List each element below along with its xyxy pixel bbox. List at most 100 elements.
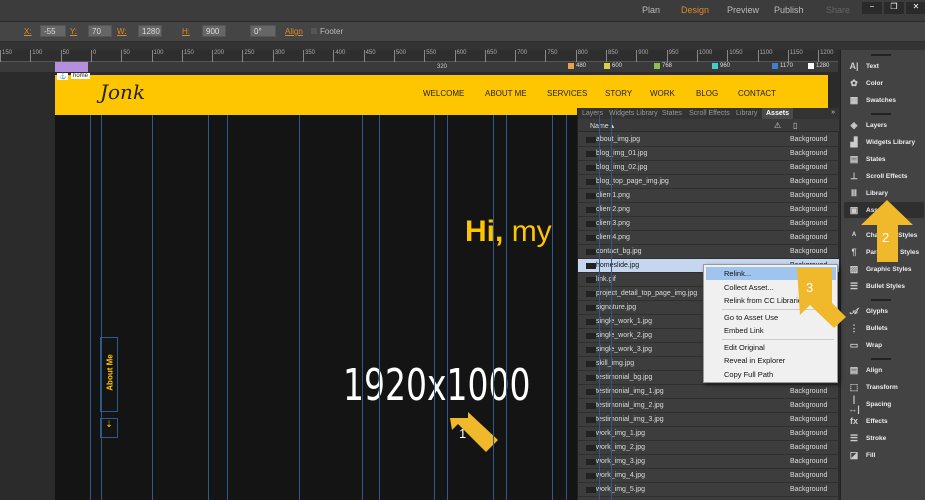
tab-library[interactable]: Library xyxy=(732,108,761,119)
menu-item-edit-original[interactable]: Edit Original xyxy=(706,341,836,354)
sidebar-item-states[interactable]: ▤ States xyxy=(844,151,924,167)
panel-group-grip[interactable] xyxy=(871,299,891,301)
sidebar-item-widgets-library[interactable]: ▟ Widgets Library xyxy=(844,134,924,150)
sidebar-item-glyphs[interactable]: 𝒜 Glyphs xyxy=(844,303,924,319)
logo[interactable]: Jonk xyxy=(100,80,145,104)
asset-row[interactable]: client3.png Background xyxy=(578,217,839,231)
workspace-tab-preview[interactable]: Preview xyxy=(727,5,759,15)
asset-row[interactable]: client4.png Background xyxy=(578,231,839,245)
asset-thumbnail xyxy=(586,445,596,451)
asset-row[interactable]: work_img_3.jpg Background xyxy=(578,455,839,469)
y-field[interactable]: 70 xyxy=(88,25,112,37)
anchor-icon[interactable]: ⚓ xyxy=(57,73,69,80)
asset-row[interactable]: client2.png Background xyxy=(578,203,839,217)
panel-group-grip[interactable] xyxy=(871,54,891,56)
workspace-tab-publish[interactable]: Publish xyxy=(774,5,804,15)
tab-states[interactable]: States xyxy=(658,108,686,119)
sidebar-item-scroll-effects[interactable]: ⊥ Scroll Effects xyxy=(844,168,924,184)
breakpoint-swatch xyxy=(808,63,814,69)
tab-layers[interactable]: Layers xyxy=(578,108,607,119)
workspace-tab-design[interactable]: Design xyxy=(681,5,709,15)
breakpoint-start[interactable] xyxy=(55,62,88,72)
tab-widgets-library[interactable]: Widgets Library xyxy=(605,108,662,119)
asset-row[interactable]: work_img_1.jpg Background xyxy=(578,427,839,441)
asset-row[interactable]: testimonial_img_2.jpg Background xyxy=(578,399,839,413)
menu-item-relink-from-cc-libraries[interactable]: Relink from CC Libraries xyxy=(706,294,836,307)
align-link[interactable]: Align xyxy=(285,27,303,36)
sidebar-item-wrap[interactable]: ▭ Wrap xyxy=(844,337,924,353)
breakpoint-960[interactable]: 960 xyxy=(712,63,730,69)
sidebar-item-assets[interactable]: ▣ Assets xyxy=(844,202,924,218)
sidebar-item-transform[interactable]: ⬚ Transform xyxy=(844,379,924,395)
nav-contact[interactable]: CONTACT xyxy=(738,89,776,98)
tab-assets[interactable]: Assets xyxy=(762,108,793,119)
sidebar-item-layers[interactable]: ◈ Layers xyxy=(844,117,924,133)
asset-row[interactable]: testimonial_img_1.jpg Background xyxy=(578,385,839,399)
menu-item-reveal-in-explorer[interactable]: Reveal in Explorer xyxy=(706,354,836,367)
x-field[interactable]: -55 xyxy=(40,25,66,37)
asset-row[interactable]: blog_img_02.jpg Background xyxy=(578,161,839,175)
angle-field[interactable]: 0° xyxy=(250,25,276,37)
sidebar-item-graphic-styles[interactable]: ▨ Graphic Styles xyxy=(844,261,924,277)
breakpoint-600[interactable]: 600 xyxy=(604,63,622,69)
sidebar-item-effects[interactable]: fx Effects xyxy=(844,413,924,429)
sidebar-item-align[interactable]: ▤ Align xyxy=(844,362,924,378)
sidebar-item-stroke[interactable]: ☰ Stroke xyxy=(844,430,924,446)
sidebar-item-bullets[interactable]: ⋮ Bullets xyxy=(844,320,924,336)
asset-row[interactable]: testimonial_img_3.jpg Background xyxy=(578,413,839,427)
asset-type: Background xyxy=(790,444,828,451)
sidebar-item-text[interactable]: A| Text xyxy=(844,58,924,74)
align-icon: ▤ xyxy=(849,364,859,375)
nav-about-me[interactable]: ABOUT ME xyxy=(485,89,527,98)
sidebar-item-library[interactable]: Ⅲ Library xyxy=(844,185,924,201)
close-button[interactable]: ✕ xyxy=(906,2,925,14)
sidebar-item-color[interactable]: ✿ Color xyxy=(844,75,924,91)
warning-icon[interactable]: ⚠ xyxy=(774,121,781,130)
menu-item-embed-link[interactable]: Embed Link xyxy=(706,324,836,337)
breakpoint-bar[interactable]: 320 480 600 768 960 1170 1280 xyxy=(0,62,838,72)
breakpoint-480[interactable]: 480 xyxy=(568,63,586,69)
panel-group-grip[interactable] xyxy=(871,358,891,360)
column-header[interactable]: Name ▴ ⚠ ▯ xyxy=(578,119,839,132)
nav-story[interactable]: STORY xyxy=(605,89,632,98)
asset-row[interactable]: work_img_4.jpg Background xyxy=(578,469,839,483)
asset-row[interactable]: blog_top_page_img.jpg Background xyxy=(578,175,839,189)
file-icon[interactable]: ▯ xyxy=(793,121,797,130)
asset-row[interactable]: contact_bg.jpg Background xyxy=(578,245,839,259)
tab-scroll-effects[interactable]: Scroll Effects xyxy=(685,108,734,119)
panel-group-grip[interactable] xyxy=(871,113,891,115)
sidebar-item-bullet-styles[interactable]: ☰ Bullet Styles xyxy=(844,278,924,294)
h-field[interactable]: 900 xyxy=(202,25,226,37)
workspace-tab-share[interactable]: Share xyxy=(826,5,850,15)
nav-blog[interactable]: BLOG xyxy=(696,89,718,98)
asset-row[interactable]: blog_img_01.jpg Background xyxy=(578,147,839,161)
sidebar-item-paragraph-styles[interactable]: ¶ Paragraph Styles xyxy=(844,244,924,260)
menu-item-relink[interactable]: Relink... xyxy=(706,267,836,280)
workspace-tab-plan[interactable]: Plan xyxy=(642,5,660,15)
panel-group-grip[interactable] xyxy=(871,223,891,225)
w-field[interactable]: 1280 xyxy=(138,25,162,37)
menu-item-go-to-asset-use[interactable]: Go to Asset Use xyxy=(706,311,836,324)
breakpoint-1170[interactable]: 1170 xyxy=(772,63,793,69)
asset-row[interactable]: client1.png Background xyxy=(578,189,839,203)
breakpoint-1280[interactable]: 1280 xyxy=(808,63,829,69)
sidebar-item-character-styles[interactable]: ᴬ Character Styles xyxy=(844,227,924,243)
minimize-button[interactable]: − xyxy=(862,2,882,14)
panel-menu-icon[interactable]: » xyxy=(831,109,835,116)
asset-row[interactable]: about_img.jpg Background xyxy=(578,133,839,147)
nav-work[interactable]: WORK xyxy=(650,89,675,98)
asset-row[interactable]: work_img_2.jpg Background xyxy=(578,441,839,455)
sidebar-item-fill[interactable]: ◪ Fill xyxy=(844,447,924,463)
breakpoint-768[interactable]: 768 xyxy=(654,63,672,69)
restore-button[interactable]: ❐ xyxy=(884,2,904,14)
menu-item-collect-asset[interactable]: Collect Asset... xyxy=(706,281,836,294)
about-box[interactable]: About Me xyxy=(100,337,118,412)
nav-welcome[interactable]: WELCOME xyxy=(423,89,464,98)
footer-checkbox[interactable] xyxy=(311,28,317,34)
menu-item-copy-full-path[interactable]: Copy Full Path xyxy=(706,368,836,381)
asset-row[interactable]: work_img_5.jpg Background xyxy=(578,483,839,497)
sidebar-item-swatches[interactable]: ▦ Swatches xyxy=(844,92,924,108)
nav-services[interactable]: SERVICES xyxy=(547,89,587,98)
sidebar-item-spacing[interactable]: |↔| Spacing xyxy=(844,394,924,414)
panel-tabs: Layers Widgets Library States Scroll Effect… xyxy=(578,108,839,119)
